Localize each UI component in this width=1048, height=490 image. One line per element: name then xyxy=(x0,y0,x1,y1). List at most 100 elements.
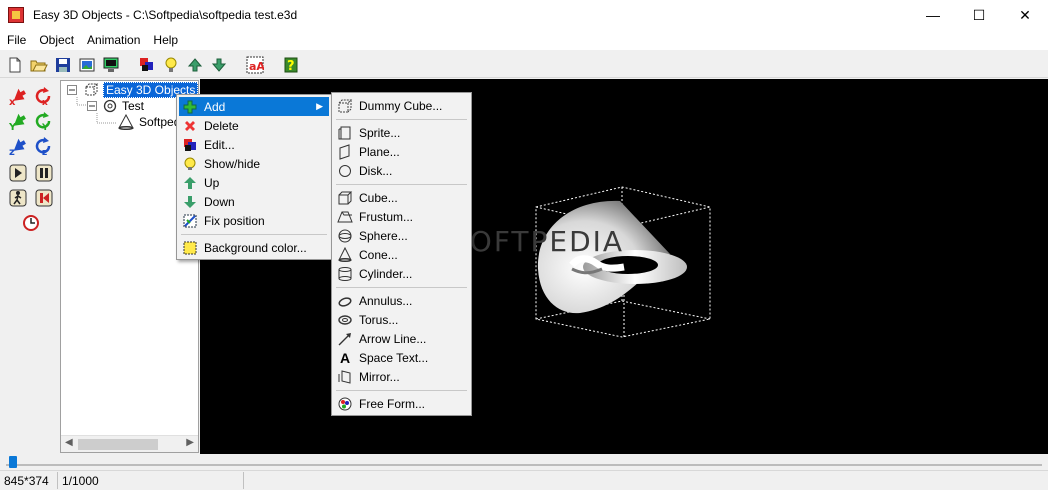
window-title: Easy 3D Objects - C:\Softpedia\softpedia… xyxy=(33,8,298,22)
edit-icon xyxy=(182,137,198,153)
maximize-button[interactable]: ☐ xyxy=(956,0,1002,30)
menu-item-sprite[interactable]: Sprite... xyxy=(334,123,469,142)
menu-item-delete[interactable]: Delete xyxy=(179,116,329,135)
svg-text:x: x xyxy=(42,98,48,106)
up-icon[interactable] xyxy=(184,54,206,76)
light-icon[interactable] xyxy=(160,54,182,76)
record-icon[interactable] xyxy=(34,188,54,208)
save-icon[interactable] xyxy=(52,54,74,76)
help-icon[interactable]: ? xyxy=(280,54,302,76)
menu-item-fix-position[interactable]: Fix position xyxy=(179,211,329,230)
tree-horizontal-scrollbar[interactable]: ◀ ▶ xyxy=(61,435,198,452)
menu-item-torus[interactable]: Torus... xyxy=(334,310,469,329)
scroll-left-icon[interactable]: ◀ xyxy=(65,437,73,448)
pause-icon[interactable] xyxy=(34,163,54,183)
render-icon[interactable] xyxy=(100,54,122,76)
dummy-cube-icon xyxy=(85,83,99,96)
tree-child-row[interactable]: Test xyxy=(87,98,144,114)
context-menu: Add ▶ Delete Edit... Show/hide Up Down F… xyxy=(176,94,332,260)
menu-item-frustum[interactable]: Frustum... xyxy=(334,207,469,226)
menu-item-cylinder[interactable]: Cylinder... xyxy=(334,264,469,283)
cone-icon xyxy=(337,246,353,263)
menu-item-cone[interactable]: Cone... xyxy=(334,245,469,264)
cube-icon xyxy=(337,190,353,206)
slider-track[interactable] xyxy=(6,464,1042,466)
move-z-icon[interactable]: z xyxy=(8,136,28,156)
fix-position-icon xyxy=(182,213,198,229)
menu-bar: File Object Animation Help xyxy=(0,30,1048,50)
collapse-icon[interactable] xyxy=(87,101,97,111)
title-bar: Easy 3D Objects - C:\Softpedia\softpedia… xyxy=(0,0,1048,30)
transform-toolbar: x x Y Y z z xyxy=(2,80,58,452)
menu-separator xyxy=(336,390,467,391)
walk-icon[interactable] xyxy=(8,188,28,208)
menu-separator xyxy=(336,119,467,120)
annulus-icon xyxy=(337,293,353,309)
status-bar: 845*374 1/1000 xyxy=(0,470,1048,490)
minimize-button[interactable]: — xyxy=(910,0,956,30)
menu-item-edit[interactable]: Edit... xyxy=(179,135,329,154)
rotate-y-icon[interactable]: Y xyxy=(34,111,54,131)
menu-file[interactable]: File xyxy=(1,33,32,47)
app-logo-icon[interactable] xyxy=(8,7,24,23)
rotate-z-icon[interactable]: z xyxy=(34,136,54,156)
export-image-icon[interactable] xyxy=(76,54,98,76)
collapse-icon[interactable] xyxy=(67,85,77,95)
menu-item-add[interactable]: Add ▶ xyxy=(179,97,329,116)
dummy-cube-icon xyxy=(337,98,353,114)
clock-icon[interactable] xyxy=(21,213,41,233)
menu-item-free-form[interactable]: Free Form... xyxy=(334,394,469,413)
open-icon[interactable] xyxy=(28,54,50,76)
menu-item-arrow-line[interactable]: Arrow Line... xyxy=(334,329,469,348)
menu-separator xyxy=(336,287,467,288)
close-button[interactable]: ✕ xyxy=(1002,0,1048,30)
colors-icon[interactable] xyxy=(136,54,158,76)
arrow-line-icon xyxy=(337,331,353,347)
watermark-text: SOFTPEDIA xyxy=(450,225,624,258)
animation-slider[interactable] xyxy=(2,456,1046,468)
space-text-icon: A xyxy=(339,349,351,366)
menu-item-disk[interactable]: Disk... xyxy=(334,161,469,180)
menu-animation[interactable]: Animation xyxy=(81,33,146,47)
rotate-x-icon[interactable]: x xyxy=(34,86,54,106)
menu-separator xyxy=(336,184,467,185)
svg-text:aA: aA xyxy=(249,60,264,73)
slider-thumb[interactable] xyxy=(9,456,18,468)
svg-text:z: z xyxy=(9,147,15,156)
scroll-thumb[interactable] xyxy=(78,439,158,450)
menu-item-dummy-cube[interactable]: Dummy Cube... xyxy=(334,96,469,115)
add-submenu: Dummy Cube... Sprite... Plane... Disk...… xyxy=(331,92,472,416)
new-icon[interactable] xyxy=(4,54,26,76)
play-icon[interactable] xyxy=(8,163,28,183)
submenu-arrow-icon: ▶ xyxy=(316,101,323,111)
move-x-icon[interactable]: x xyxy=(8,86,28,106)
mirror-icon xyxy=(337,369,353,385)
svg-text:z: z xyxy=(42,148,47,156)
disk-icon xyxy=(337,163,353,179)
down-icon[interactable] xyxy=(208,54,230,76)
menu-item-plane[interactable]: Plane... xyxy=(334,142,469,161)
toolbar: aA ? xyxy=(0,52,1048,78)
menu-item-sphere[interactable]: Sphere... xyxy=(334,226,469,245)
menu-object[interactable]: Object xyxy=(33,33,80,47)
svg-text:?: ? xyxy=(287,59,295,74)
tree-child-label[interactable]: Test xyxy=(122,99,144,113)
menu-item-space-text[interactable]: A Space Text... xyxy=(334,348,469,367)
menu-item-cube[interactable]: Cube... xyxy=(334,188,469,207)
bulb-icon xyxy=(182,156,198,172)
plus-icon xyxy=(182,99,198,115)
plane-icon xyxy=(337,143,353,160)
text-icon[interactable]: aA xyxy=(244,54,266,76)
menu-item-background-color[interactable]: Background color... xyxy=(179,238,329,257)
menu-item-mirror[interactable]: Mirror... xyxy=(334,367,469,386)
scroll-right-icon[interactable]: ▶ xyxy=(186,437,194,448)
move-y-icon[interactable]: Y xyxy=(8,111,28,131)
menu-help[interactable]: Help xyxy=(147,33,184,47)
menu-item-show-hide[interactable]: Show/hide xyxy=(179,154,329,173)
frustum-icon xyxy=(337,209,353,225)
delete-icon xyxy=(182,118,198,134)
menu-item-down[interactable]: Down xyxy=(179,192,329,211)
menu-item-annulus[interactable]: Annulus... xyxy=(334,291,469,310)
svg-text:Y: Y xyxy=(41,123,49,131)
menu-item-up[interactable]: Up xyxy=(179,173,329,192)
